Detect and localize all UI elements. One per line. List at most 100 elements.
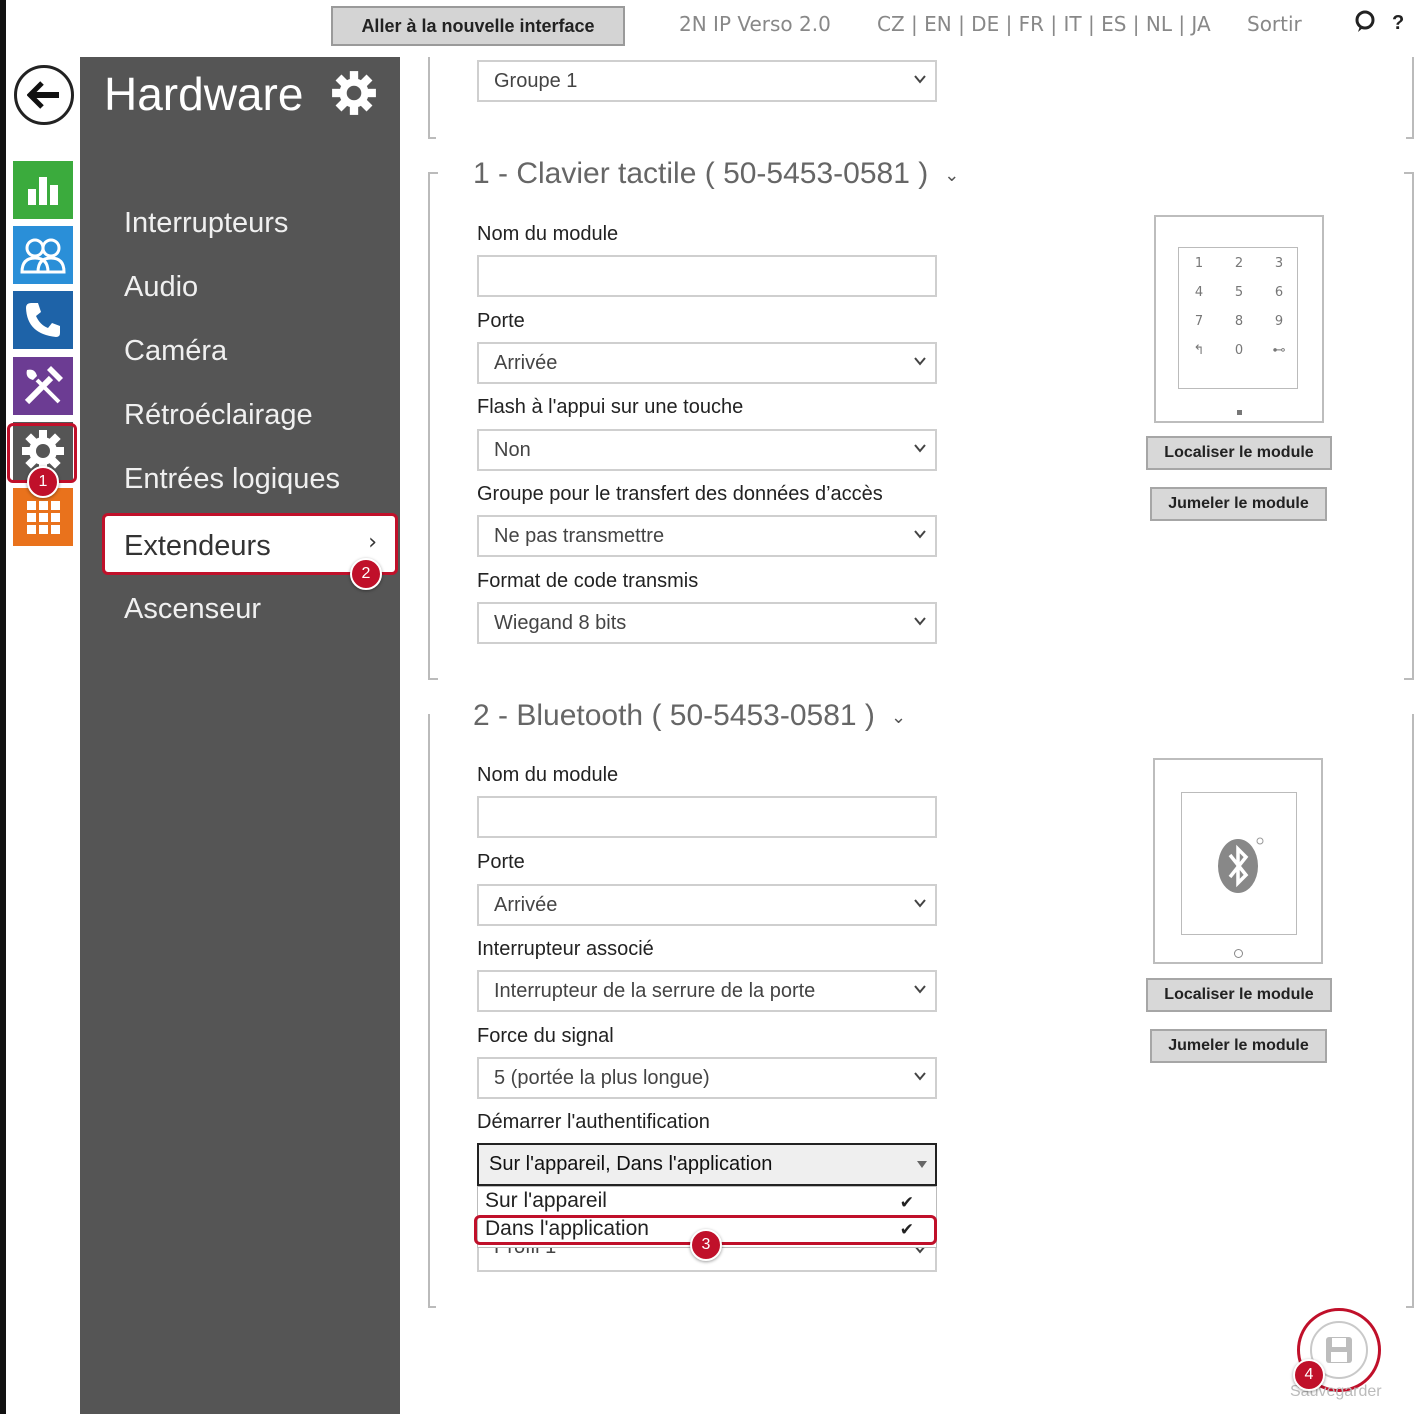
sidebar-item-audio[interactable]: Audio [124,271,198,304]
step-badge-1: 1 [27,466,59,498]
module2-signal-select[interactable]: 5 (portée la plus longue) [477,1057,937,1099]
module1-name-label: Nom du module [477,223,619,245]
checkmark-icon: ✔ [899,1193,914,1213]
keypad-key: 2 [1234,256,1244,271]
keypad-key: 4 [1194,285,1204,300]
module1-flash-label: Flash à l'appui sur une touche [477,396,744,418]
bluetooth-panel [1181,792,1297,935]
section-bracket [1406,57,1414,139]
bluetooth-device-image [1153,758,1323,964]
keypad-key: 5 [1234,285,1244,300]
chevron-down-icon [914,985,926,994]
indicator-dot [1237,410,1242,415]
module1-bracket [1404,172,1414,680]
chevron-down-icon [914,357,926,366]
group-select[interactable]: Groupe 1 [477,60,937,102]
keypad-key: 6 [1274,285,1284,300]
device-name: 2N IP Verso 2.0 [679,12,831,36]
sidebar-item-label: Extendeurs [124,530,271,562]
step-badge-3: 3 [690,1229,722,1261]
sidebar-item-backlight[interactable]: Rétroéclairage [124,399,313,432]
sidebar-item-elevator[interactable]: Ascenseur [124,593,261,626]
help-icon[interactable]: ? [1392,12,1404,35]
auth-option-device[interactable]: Sur l'appareil [485,1189,607,1213]
chat-icon[interactable] [1354,10,1376,39]
arrow-left-icon [27,81,59,109]
module1-format-label: Format de code transmis [477,570,699,592]
chevron-down-icon [914,530,926,539]
phone-tile[interactable] [13,291,73,349]
module2-name-label: Nom du module [477,764,619,786]
keypad-key: 1 [1194,256,1204,271]
keypad-key: 3 [1274,256,1284,271]
logout-link[interactable]: Sortir [1247,12,1302,36]
top-bar: Aller à la nouvelle interface 2N IP Vers… [0,0,1424,52]
module2-switch-label: Interrupteur associé [477,938,654,960]
module2-title[interactable]: 2 - Bluetooth ( 50-5453-0581 ) ⌄ [473,699,906,733]
module1-door-label: Porte [477,310,525,332]
triangle-down-icon [917,1161,927,1168]
floppy-disk-icon [1326,1337,1352,1363]
directory-tile[interactable] [13,226,73,284]
module1-name-input[interactable] [477,255,937,297]
keypad-device-image: 1 2 3 4 5 6 7 8 9 ↰ 0 ⊷ [1154,215,1324,423]
back-button[interactable] [14,65,74,125]
module1-locate-button[interactable]: Localiser le module [1146,436,1332,470]
bluetooth-icon [1218,837,1264,893]
module2-locate-button[interactable]: Localiser le module [1146,978,1332,1012]
module1-group-label: Groupe pour le transfert des données d’a… [477,483,883,505]
indicator-led [1234,949,1243,958]
page-title: Hardware [104,68,304,120]
module1-bracket [428,172,438,680]
module2-title-text: 2 - Bluetooth ( 50-5453-0581 ) [473,699,875,732]
module2-switch-select[interactable]: Interrupteur de la serrure de la porte [477,970,937,1012]
section-bracket [428,57,436,139]
bar-chart-icon [28,177,58,205]
chevron-down-icon [914,444,926,453]
sidebar-item-switches[interactable]: Interrupteurs [124,207,288,240]
keypad-key: ⊷ [1272,343,1286,358]
settings-gear-icon [330,69,378,121]
users-icon [20,238,66,274]
keypad-panel: 1 2 3 4 5 6 7 8 9 ↰ 0 ⊷ [1178,247,1298,389]
step-badge-4: 4 [1293,1359,1325,1391]
module1-format-select[interactable]: Wiegand 8 bits [477,602,937,644]
keypad-key: ↰ [1193,343,1205,358]
module1-flash-select[interactable]: Non [477,429,937,471]
module2-door-label: Porte [477,851,525,873]
chevron-down-icon [914,1072,926,1081]
chevron-down-icon [914,75,926,84]
chevron-down-icon: ⌄ [890,706,907,727]
module2-auth-multiselect[interactable]: Sur l'appareil, Dans l'application [477,1143,937,1186]
module1-title-text: 1 - Clavier tactile ( 50-5453-0581 ) [473,157,929,190]
module2-door-select[interactable]: Arrivée [477,884,937,926]
module2-name-input[interactable] [477,796,937,838]
module2-pair-button[interactable]: Jumeler le module [1150,1029,1327,1063]
sidebar-item-logic-inputs[interactable]: Entrées logiques [124,463,340,496]
keypad-key: 9 [1274,314,1284,329]
module2-bracket [1406,714,1414,1308]
keypad-key: 0 [1234,343,1244,358]
module1-group-select[interactable]: Ne pas transmettre [477,515,937,557]
chevron-right-icon: › [368,530,377,555]
services-tile[interactable] [13,357,73,415]
grid-icon [27,501,60,534]
sidebar-item-camera[interactable]: Caméra [124,335,227,368]
window-edge [0,0,6,1414]
keypad-key: 7 [1194,314,1204,329]
tools-icon [24,366,63,405]
new-interface-button[interactable]: Aller à la nouvelle interface [331,6,625,46]
language-selector[interactable]: CZ | EN | DE | FR | IT | ES | NL | JA [877,12,1211,36]
step-badge-2: 2 [350,558,382,590]
phone-icon [26,303,60,337]
chevron-down-icon [914,899,926,908]
chevron-down-icon [914,617,926,626]
module2-signal-label: Force du signal [477,1025,614,1047]
keypad-key: 8 [1234,314,1244,329]
module1-title[interactable]: 1 - Clavier tactile ( 50-5453-0581 ) ⌄ [473,157,959,191]
status-tile[interactable] [13,161,73,219]
module2-bracket [428,714,436,1308]
module1-pair-button[interactable]: Jumeler le module [1150,487,1327,521]
module1-door-select[interactable]: Arrivée [477,342,937,384]
keypad-keys: 1 2 3 4 5 6 7 8 9 ↰ 0 ⊷ [1179,256,1299,358]
